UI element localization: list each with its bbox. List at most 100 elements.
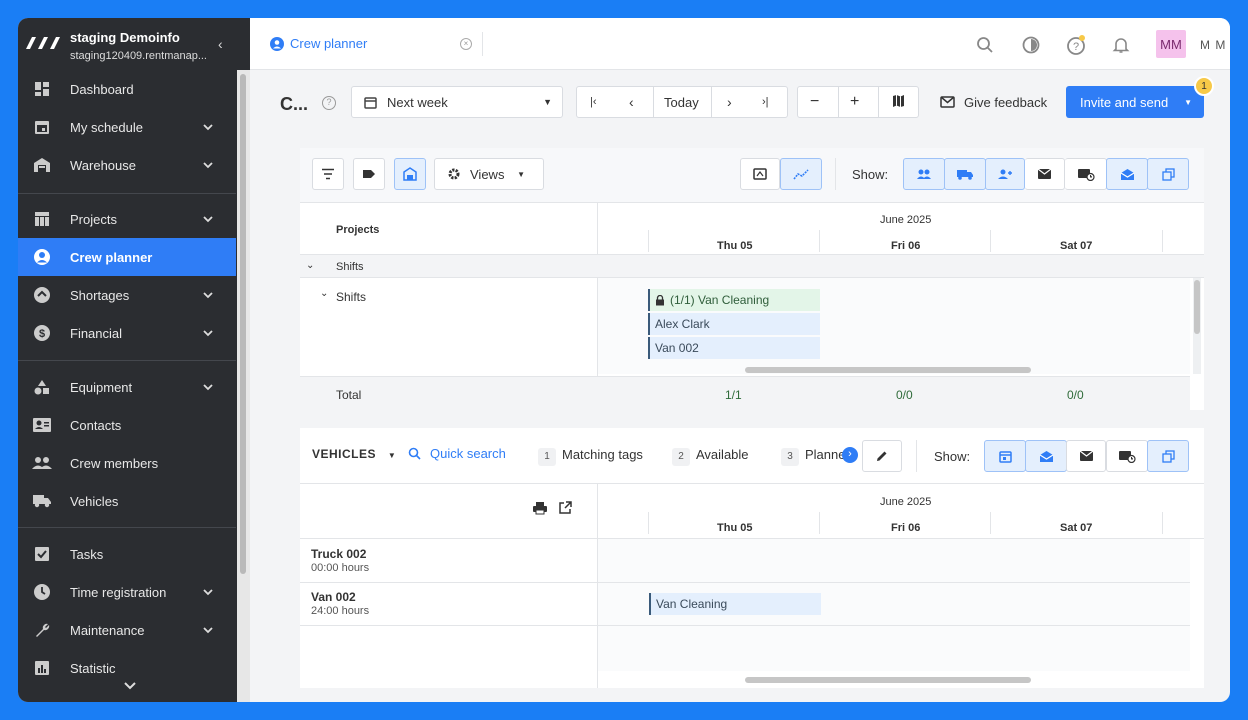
mail-clock-icon[interactable] (1106, 440, 1148, 472)
logo-icon (26, 37, 60, 49)
sidebar-item-equipment[interactable]: Equipment (18, 368, 236, 406)
expand-more-icon[interactable] (124, 678, 136, 693)
mail-icon (940, 96, 955, 108)
filter-icon[interactable] (312, 158, 344, 190)
sidebar-item-warehouse[interactable]: Warehouse (18, 146, 236, 184)
search-icon[interactable] (974, 34, 996, 56)
chevron-down-icon[interactable] (203, 211, 213, 226)
sidebar-item-tasks[interactable]: Tasks (18, 535, 236, 573)
open-external-icon[interactable] (558, 501, 572, 518)
prev-icon[interactable]: ‹ (629, 94, 634, 110)
sidebar-item-label: Financial (70, 325, 123, 341)
org-url: staging120409.rentmanap... (70, 50, 207, 62)
sidebar-item-dashboard[interactable]: Dashboard (18, 70, 236, 108)
chevron-down-icon[interactable] (203, 325, 213, 340)
group-row[interactable]: ⌄ Shifts (300, 254, 1204, 278)
avatar[interactable]: MM (1156, 30, 1186, 58)
views-label: Views (470, 166, 505, 182)
wrench-icon (32, 620, 52, 640)
tab-crew-planner[interactable]: Crew planner (270, 36, 367, 51)
tag-icon[interactable] (353, 158, 385, 190)
period-select[interactable]: Next week ▼ (351, 86, 563, 118)
quick-search[interactable]: Quick search (408, 446, 506, 461)
vertical-scrollbar[interactable] (1193, 278, 1201, 374)
close-tab-icon[interactable]: × (460, 38, 472, 50)
table-row[interactable]: Truck 002 00:00 hours (311, 547, 369, 574)
horizontal-scrollbar[interactable] (745, 677, 1031, 683)
help-icon[interactable]: ? (1065, 34, 1087, 56)
show-add-crew-icon[interactable] (985, 158, 1025, 190)
sidebar-item-label: Equipment (70, 379, 133, 395)
user-initials[interactable]: M M (1200, 38, 1226, 52)
period-label: Next week (387, 94, 448, 110)
sidebar-item-projects[interactable]: Projects (18, 200, 236, 238)
chevron-down-icon[interactable]: ⌄ (306, 260, 314, 271)
edit-icon[interactable] (862, 440, 902, 472)
fit-screen-icon[interactable] (740, 158, 780, 190)
quick-search-label: Quick search (430, 446, 506, 461)
org-switcher[interactable]: staging Demoinfo staging120409.rentmanap… (18, 18, 250, 70)
sidebar-item-label: Time registration (70, 584, 167, 600)
svg-text:?: ? (1073, 41, 1079, 53)
chevron-down-icon[interactable] (203, 119, 213, 134)
crew-event[interactable]: Alex Clark (648, 313, 820, 335)
copy-icon[interactable] (1147, 158, 1189, 190)
next-icon[interactable]: › (727, 94, 732, 110)
chevron-down-icon[interactable] (203, 622, 213, 637)
chevron-down-icon[interactable] (203, 157, 213, 172)
invite-label: Invite and send (1080, 94, 1169, 110)
sidebar-item-crew-members[interactable]: Crew members (18, 444, 236, 482)
sidebar-item-label: Shortages (70, 287, 130, 303)
give-feedback-button[interactable]: Give feedback (928, 86, 1054, 118)
chevron-down-icon[interactable] (203, 287, 213, 302)
table-row[interactable]: Van 002 24:00 hours (311, 590, 369, 617)
chevron-down-icon[interactable] (203, 584, 213, 599)
sidebar-item-contacts[interactable]: Contacts (18, 406, 236, 444)
chevron-down-icon[interactable]: ⌄ (320, 288, 328, 299)
collapse-sidebar-icon[interactable]: ‹ (218, 36, 223, 52)
zoom-out-icon[interactable]: − (810, 93, 819, 111)
theme-icon[interactable] (1020, 34, 1042, 56)
views-dropdown[interactable]: Views ▼ (434, 158, 544, 190)
show-vehicles-icon[interactable] (944, 158, 986, 190)
sidebar-scrollbar[interactable] (237, 70, 250, 702)
resource-selector[interactable]: VEHICLES ▼ (312, 447, 396, 461)
trend-icon[interactable] (780, 158, 822, 190)
map-icon[interactable] (892, 94, 905, 111)
mail-check-icon[interactable] (1025, 158, 1065, 190)
show-crew-icon[interactable] (903, 158, 945, 190)
sidebar-item-maintenance[interactable]: Maintenance (18, 611, 236, 649)
mail-check-icon[interactable] (1066, 440, 1106, 472)
copy-icon[interactable] (1147, 440, 1189, 472)
first-icon[interactable]: |‹ (590, 96, 597, 108)
mail-clock-icon[interactable] (1065, 158, 1107, 190)
zoom-in-icon[interactable]: + (850, 93, 859, 111)
mail-open-icon[interactable] (1025, 440, 1067, 472)
vehicle-event[interactable]: Van 002 (648, 337, 820, 359)
matching-tags-filter[interactable]: 1 Matching tags (538, 447, 643, 466)
last-icon[interactable]: ›| (762, 96, 769, 108)
help-icon[interactable]: ? (322, 96, 336, 110)
horizontal-scrollbar[interactable] (745, 367, 1031, 373)
invite-and-send-button[interactable]: Invite and send ▼ (1066, 86, 1204, 118)
sidebar-item-financial[interactable]: $ Financial (18, 314, 236, 352)
scroll-tags-icon[interactable]: › (842, 447, 858, 463)
mail-open-icon[interactable] (1106, 158, 1148, 190)
group-by-warehouse-icon[interactable] (394, 158, 426, 190)
sidebar-item-shortages[interactable]: Shortages (18, 276, 236, 314)
print-icon[interactable] (532, 501, 548, 518)
vehicle-event[interactable]: Van Cleaning (649, 593, 821, 615)
available-filter[interactable]: 2 Available (672, 447, 749, 466)
bell-icon[interactable] (1110, 34, 1132, 56)
chevron-down-icon[interactable] (203, 379, 213, 394)
resource-label: VEHICLES (312, 447, 377, 461)
sidebar-item-crew-planner[interactable]: Crew planner (18, 238, 236, 276)
sidebar-item-time-registration[interactable]: Time registration (18, 573, 236, 611)
shift-event[interactable]: (1/1) Van Cleaning (648, 289, 820, 311)
today-button[interactable]: Today (664, 95, 699, 110)
show-calendar-icon[interactable] (984, 440, 1026, 472)
caret-down-icon[interactable]: ▼ (1184, 98, 1192, 107)
planned-filter[interactable]: 3 Planne (781, 447, 845, 466)
sidebar-item-my-schedule[interactable]: My schedule (18, 108, 236, 146)
sidebar-item-vehicles[interactable]: Vehicles (18, 482, 236, 520)
